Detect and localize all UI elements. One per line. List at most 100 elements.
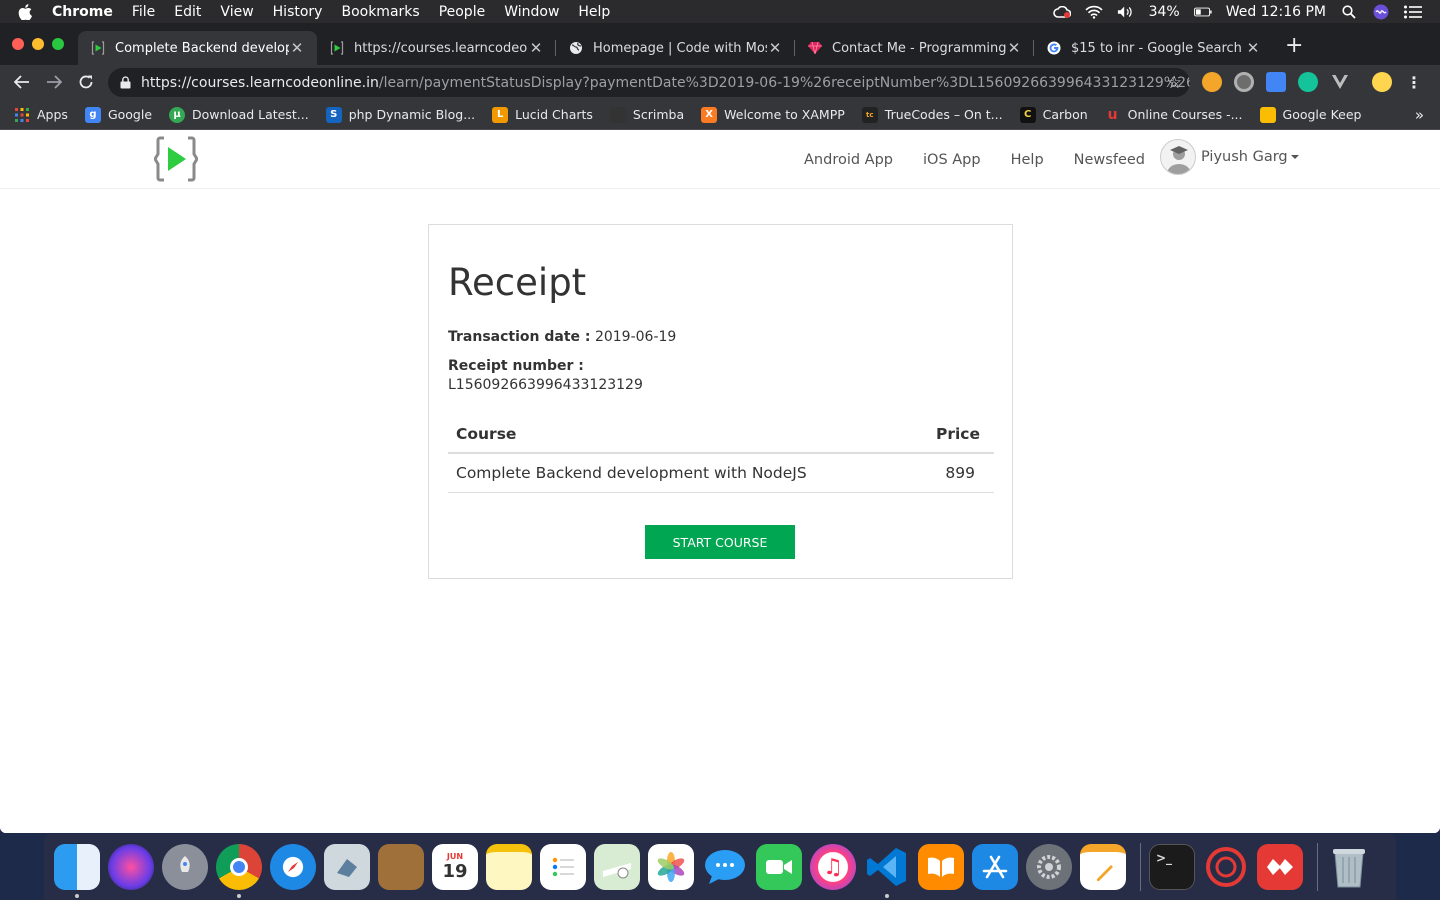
notes-icon[interactable] [486, 844, 532, 890]
finder-icon[interactable] [54, 844, 100, 898]
terminal-icon[interactable]: >_ [1149, 844, 1195, 890]
new-tab-button[interactable]: + [1285, 35, 1303, 57]
bookmark-apps[interactable]: Apps [14, 107, 68, 123]
tab-google-search[interactable]: $15 to inr - Google Search ✕ [1034, 31, 1273, 65]
tab-contact-me[interactable]: Contact Me - Programming wit ✕ [795, 31, 1034, 65]
udemy-icon: u [1107, 106, 1118, 123]
wifi-icon[interactable] [1084, 5, 1103, 19]
menubar-clock[interactable]: Wed 12:16 PM [1226, 4, 1326, 20]
zoom-window-button[interactable] [52, 38, 64, 50]
chrome-icon[interactable] [216, 844, 262, 898]
pages-icon[interactable] [1080, 844, 1126, 890]
nav-help[interactable]: Help [1011, 152, 1044, 168]
tab-complete-backend[interactable]: Complete Backend developme ✕ [78, 31, 317, 65]
close-tab-icon[interactable]: ✕ [528, 39, 544, 57]
menu-app-name[interactable]: Chrome [52, 4, 113, 20]
google-translate-icon[interactable] [1266, 72, 1286, 92]
mail-icon[interactable] [324, 844, 370, 890]
profile-avatar-icon[interactable] [1372, 72, 1392, 92]
photos-icon[interactable] [648, 844, 694, 890]
tab-code-with-mosh[interactable]: Homepage | Code with Mosh ✕ [556, 31, 795, 65]
bookmark-truecodes[interactable]: tc TrueCodes – On t... [861, 106, 1003, 123]
menu-window[interactable]: Window [504, 4, 559, 20]
bookmark-star-icon[interactable]: ☆ [1167, 73, 1182, 93]
messages-icon[interactable] [702, 844, 748, 890]
reminders-icon[interactable] [540, 844, 586, 890]
menu-file[interactable]: File [132, 4, 155, 20]
site-header: Android App iOS App Help Newsfeed Piyush… [0, 130, 1440, 189]
menu-help[interactable]: Help [578, 4, 610, 20]
maps-icon[interactable] [594, 844, 640, 890]
menu-bookmarks[interactable]: Bookmarks [341, 4, 419, 20]
grammarly-icon[interactable] [1298, 72, 1318, 92]
creative-cloud-icon[interactable] [1052, 5, 1071, 19]
bookmarks-overflow-icon[interactable]: » [1415, 106, 1424, 124]
calendar-icon[interactable]: JUN 19 [432, 844, 478, 890]
contacts-icon[interactable] [378, 844, 424, 890]
page-title: Receipt [448, 261, 587, 304]
lco-logo-icon[interactable] [154, 136, 198, 182]
address-bar[interactable]: https://courses.learncodeonline.in/learn… [108, 68, 1190, 97]
user-menu[interactable]: Piyush Garg [1160, 139, 1299, 175]
apps-grid-icon [14, 107, 30, 123]
siri-icon[interactable] [1372, 4, 1390, 19]
itunes-icon[interactable]: ♫ [810, 844, 856, 890]
vue-devtools-icon[interactable] [1330, 72, 1350, 92]
cookie-extension-icon[interactable] [1202, 72, 1222, 92]
close-tab-icon[interactable]: ✕ [767, 39, 783, 57]
menu-edit[interactable]: Edit [174, 4, 201, 20]
nav-newsfeed[interactable]: Newsfeed [1074, 152, 1145, 168]
trash-icon[interactable] [1326, 844, 1372, 890]
xampp-icon: X [701, 106, 718, 123]
window-controls [12, 38, 64, 50]
ruby-app-icon[interactable] [1203, 844, 1249, 890]
battery-icon[interactable] [1193, 5, 1212, 19]
chrome-menu-icon[interactable]: ⋮ [1404, 72, 1424, 92]
bookmark-scrimba[interactable]: Scrimba [609, 106, 684, 123]
bookmark-google-keep[interactable]: Google Keep [1259, 106, 1361, 123]
volume-icon[interactable] [1117, 5, 1135, 19]
bookmark-label: Online Courses -... [1127, 107, 1243, 122]
tab-learncodeonline[interactable]: https://courses.learncodeonlin ✕ [317, 31, 556, 65]
truecodes-icon: tc [861, 106, 878, 123]
menu-people[interactable]: People [439, 4, 486, 20]
notification-center-icon[interactable] [1404, 5, 1422, 19]
column-course: Course [448, 417, 911, 454]
safari-icon[interactable] [270, 844, 316, 890]
bookmark-google[interactable]: g Google [84, 106, 152, 123]
menu-history[interactable]: History [273, 4, 323, 20]
circle-extension-icon[interactable] [1234, 72, 1254, 92]
facetime-icon[interactable] [756, 844, 802, 890]
anydesk-icon[interactable] [1257, 844, 1303, 890]
close-window-button[interactable] [12, 38, 24, 50]
system-preferences-icon[interactable] [1026, 844, 1072, 890]
back-arrow-icon[interactable] [10, 70, 34, 94]
start-course-button[interactable]: START COURSE [645, 525, 795, 559]
vscode-icon[interactable] [864, 844, 910, 898]
bookmark-php-dynamic-blog[interactable]: S php Dynamic Blog... [325, 106, 475, 123]
lucidchart-icon: L [492, 106, 509, 123]
bookmark-online-courses[interactable]: u Online Courses -... [1105, 107, 1243, 123]
apple-icon[interactable] [18, 3, 38, 20]
nav-ios-app[interactable]: iOS App [923, 152, 981, 168]
close-tab-icon[interactable]: ✕ [1006, 39, 1022, 57]
bookmark-xampp[interactable]: X Welcome to XAMPP [701, 106, 845, 123]
launchpad-icon[interactable] [162, 844, 208, 890]
minimize-window-button[interactable] [32, 38, 44, 50]
nav-android-app[interactable]: Android App [804, 152, 893, 168]
menu-view[interactable]: View [220, 4, 253, 20]
app-store-icon[interactable] [972, 844, 1018, 890]
close-tab-icon[interactable]: ✕ [1245, 39, 1261, 57]
forward-arrow-icon[interactable] [42, 70, 66, 94]
bookmark-carbon[interactable]: C Carbon [1019, 106, 1088, 123]
lock-icon[interactable] [120, 76, 131, 89]
reload-icon[interactable] [74, 70, 98, 94]
siri-icon[interactable] [108, 844, 154, 890]
bookmarks-bar: Apps g Google µ Download Latest... S php… [0, 100, 1440, 130]
bookmark-download-latest[interactable]: µ Download Latest... [169, 106, 309, 123]
books-icon[interactable] [918, 844, 964, 890]
spotlight-search-icon[interactable] [1340, 4, 1358, 19]
tab-title: Complete Backend developme [115, 40, 289, 56]
bookmark-lucid-charts[interactable]: L Lucid Charts [492, 106, 593, 123]
close-tab-icon[interactable]: ✕ [289, 39, 305, 57]
